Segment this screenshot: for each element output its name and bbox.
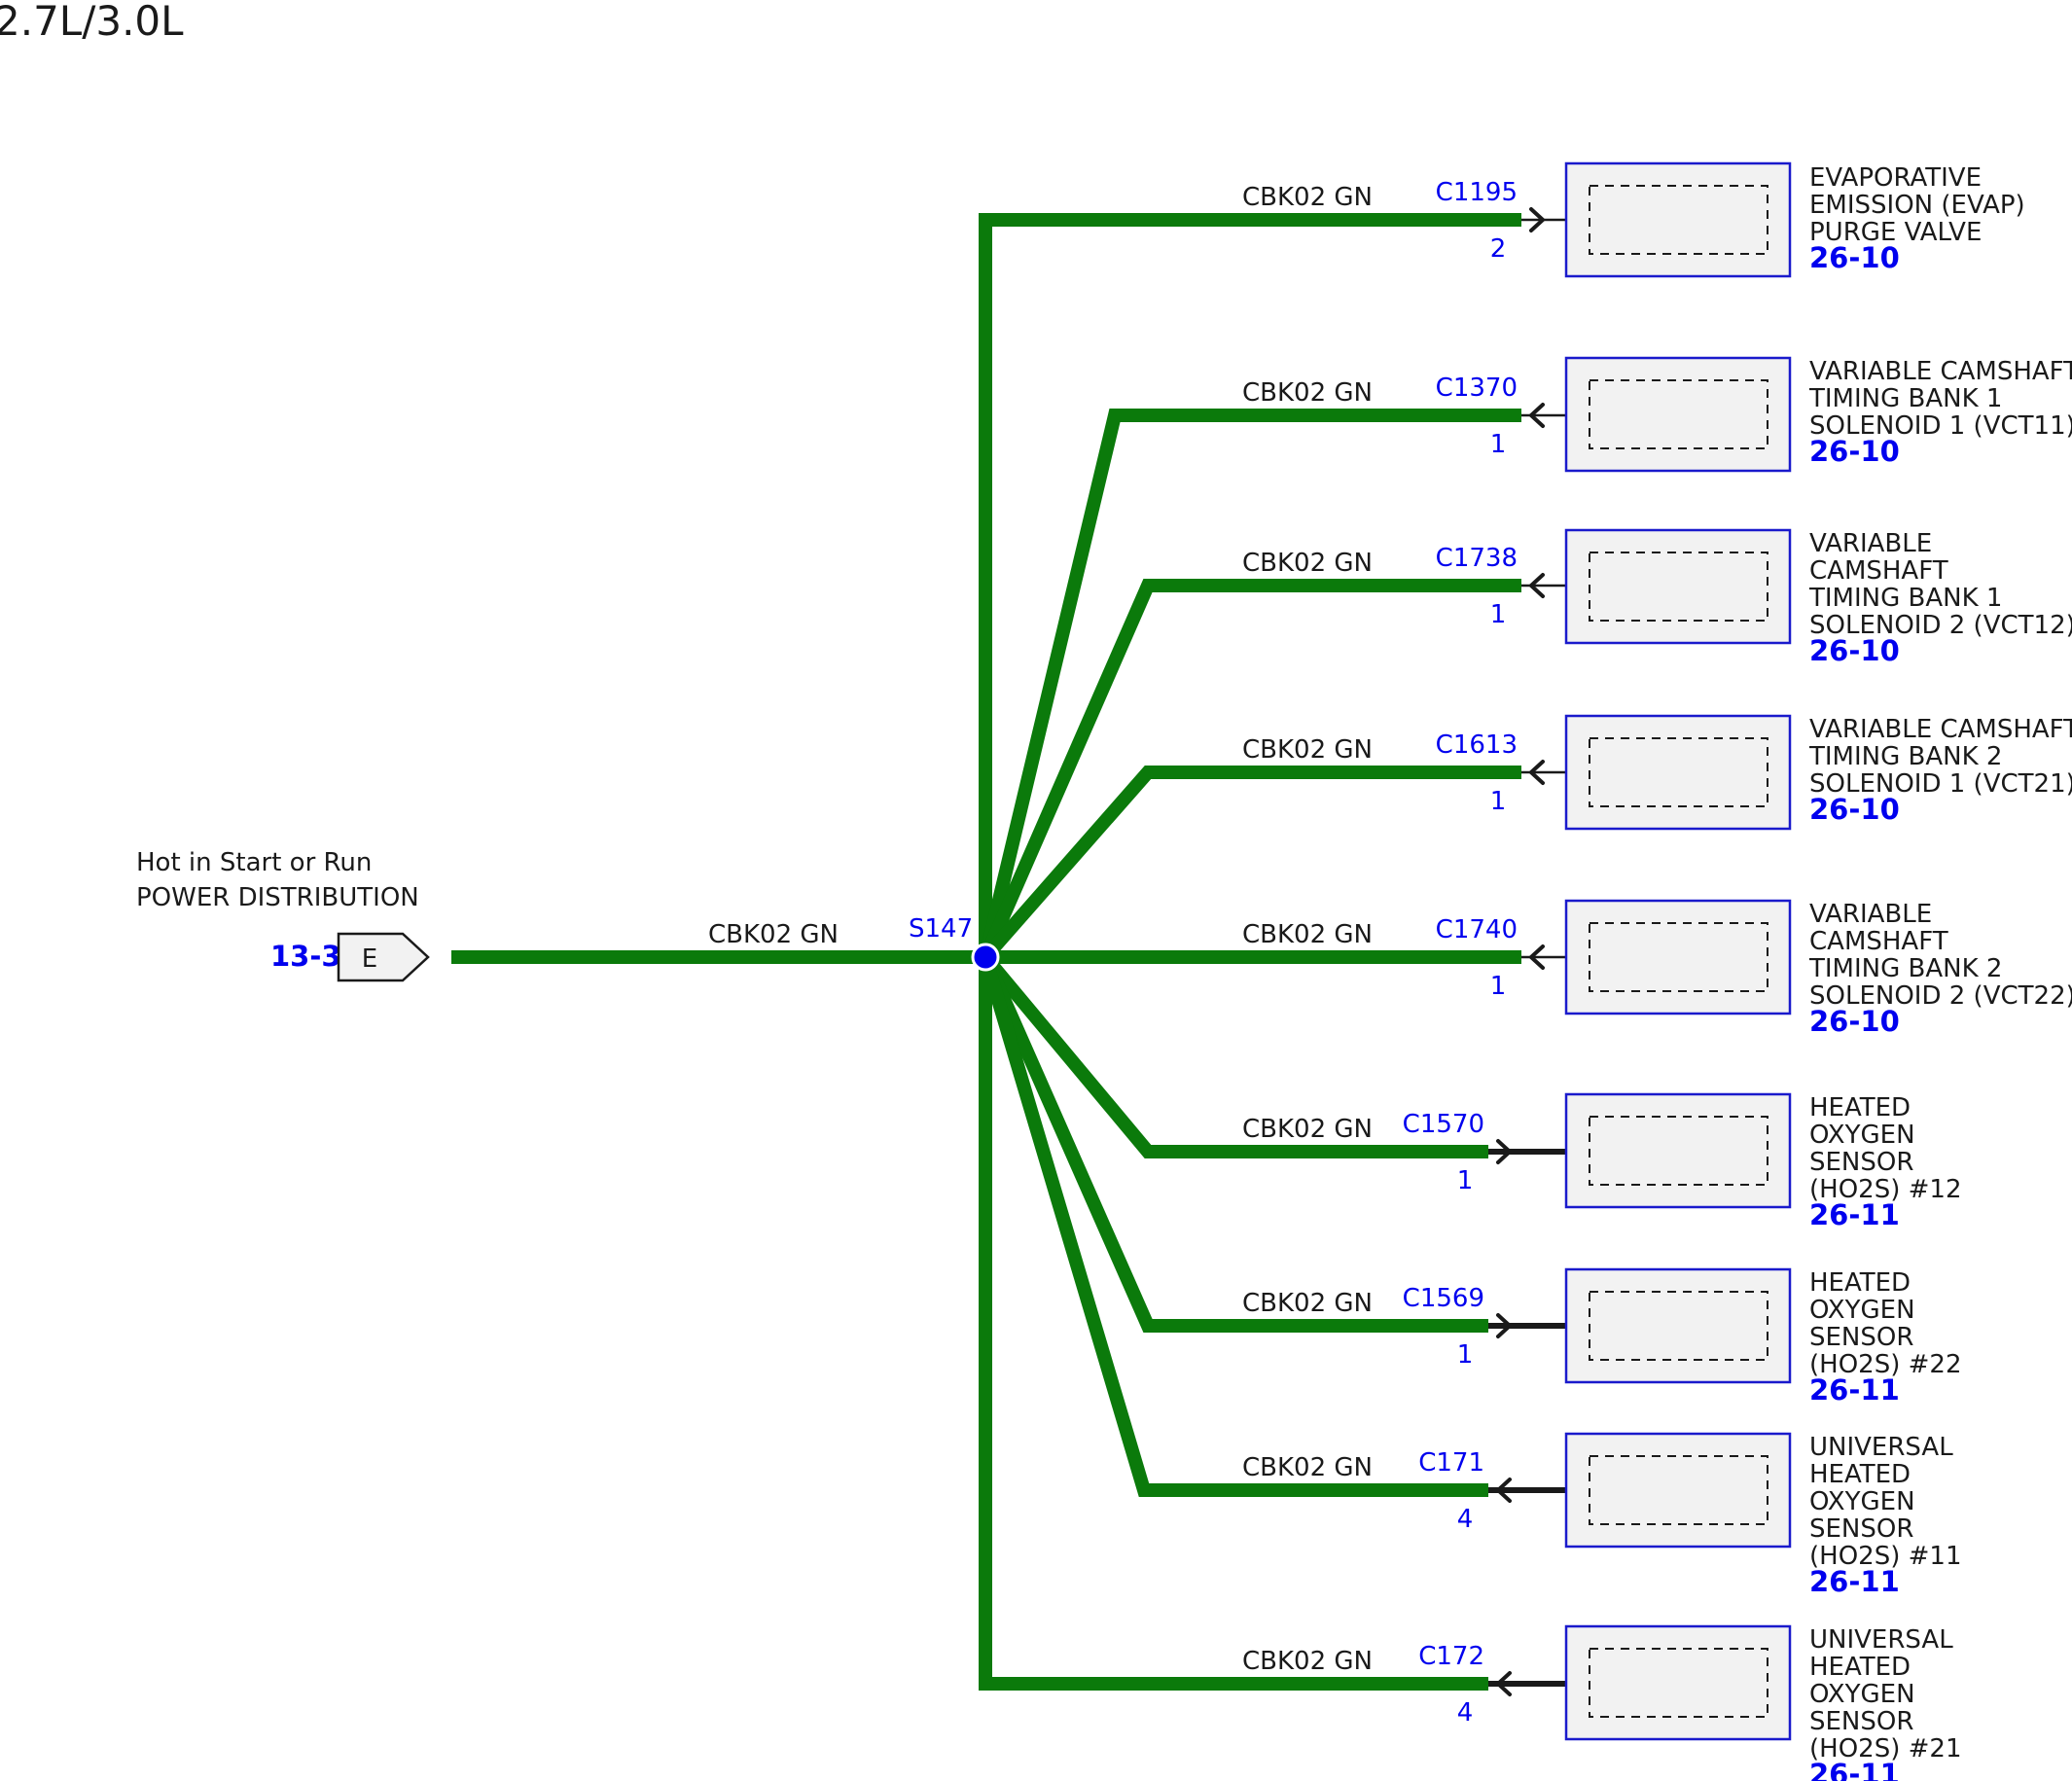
component-name-line: HEATED <box>1809 1268 1911 1298</box>
pin-number: 4 <box>1457 1698 1474 1728</box>
component-name-line: UNIVERSAL <box>1809 1625 1953 1655</box>
component-name-line: CAMSHAFT <box>1809 556 1948 586</box>
component-name-line: SENSOR <box>1809 1148 1913 1177</box>
component-name-line: OXYGEN <box>1809 1296 1915 1325</box>
component-ref-link[interactable]: 26-10 <box>1809 793 1900 826</box>
pin-number: 1 <box>1490 600 1507 629</box>
wire-label: CBK02 GN <box>1242 735 1373 765</box>
component-box[interactable] <box>1564 899 1792 1015</box>
component-name-line: EVAPORATIVE <box>1809 163 1982 193</box>
branch-wire <box>979 954 1488 1333</box>
wire-label: CBK02 GN <box>1242 378 1373 408</box>
wire-label: CBK02 GN <box>1242 183 1373 212</box>
component-box[interactable] <box>1564 528 1792 645</box>
component-name-line: SENSOR <box>1809 1514 1913 1544</box>
pin-number: 1 <box>1490 787 1507 816</box>
connector-id[interactable]: C171 <box>1418 1448 1484 1478</box>
connector-id[interactable]: C1570 <box>1403 1110 1484 1139</box>
component-ref-link[interactable]: 26-10 <box>1809 1005 1900 1038</box>
component-box[interactable] <box>1564 1092 1792 1209</box>
connector-id[interactable]: C1740 <box>1436 915 1518 944</box>
component-name-line: TIMING BANK 1 <box>1808 384 2002 413</box>
splice-label: S147 <box>909 914 973 944</box>
wire-label: CBK02 GN <box>1242 549 1373 578</box>
component-name-line: EMISSION (EVAP) <box>1809 191 2025 220</box>
component-name-line: HEATED <box>1809 1093 1911 1122</box>
component-ref-link[interactable]: 26-11 <box>1809 1373 1900 1407</box>
connector-id[interactable]: C1569 <box>1403 1284 1484 1313</box>
wire-label: CBK02 GN <box>1242 1647 1373 1676</box>
connector-id[interactable]: C1370 <box>1436 374 1518 403</box>
component-box[interactable] <box>1564 161 1792 278</box>
source-connector-letter: E <box>362 944 377 974</box>
wire-label: CBK02 GN <box>1242 1115 1373 1144</box>
branch-c1738: CBK02 GN C1738 1 VARIABLECAMSHAFTTIMING BAN… <box>1242 528 2072 667</box>
component-name-line: SENSOR <box>1809 1707 1913 1736</box>
source-ref-link[interactable]: 13-3 <box>270 940 341 973</box>
component-ref-link[interactable]: 26-10 <box>1809 634 1900 667</box>
component-box[interactable] <box>1564 714 1792 831</box>
connector-id[interactable]: C172 <box>1418 1642 1484 1671</box>
component-name-line: UNIVERSAL <box>1809 1433 1953 1462</box>
source-line-1: Hot in Start or Run <box>136 848 372 877</box>
branch-c1740: CBK02 GN C1740 1 VARIABLECAMSHAFTTIMING BAN… <box>1242 899 2072 1038</box>
source-line-2: POWER DISTRIBUTION <box>136 883 419 912</box>
component-box[interactable] <box>1564 1432 1792 1549</box>
branch-c1569: CBK02 GN C15691HEATEDOXYGENSENSOR(HO2S) #… <box>1242 1267 1961 1407</box>
pin-number: 1 <box>1490 972 1507 1001</box>
component-name-line: VARIABLE CAMSHAFT <box>1809 357 2072 386</box>
pin-number: 1 <box>1457 1340 1474 1370</box>
wire-label: CBK02 GN <box>1242 1289 1373 1318</box>
pin-number: 1 <box>1457 1166 1474 1195</box>
component-name-line: VARIABLE <box>1809 900 1932 929</box>
pin-number: 4 <box>1457 1505 1474 1534</box>
component-box[interactable] <box>1564 356 1792 473</box>
component-name-line: VARIABLE <box>1809 529 1932 558</box>
component-ref-link[interactable]: 26-10 <box>1809 241 1900 274</box>
diagram-title: 2.7L/3.0L <box>0 0 184 45</box>
component-name-line: TIMING BANK 2 <box>1808 954 2002 983</box>
component-name-line: TIMING BANK 1 <box>1808 584 2002 613</box>
component-box[interactable] <box>1564 1624 1792 1741</box>
component-box[interactable] <box>1564 1267 1792 1384</box>
connector-id[interactable]: C1195 <box>1436 178 1518 207</box>
connector-id[interactable]: C1613 <box>1436 730 1518 760</box>
component-ref-link[interactable]: 26-11 <box>1809 1565 1900 1598</box>
source-connector-shape <box>337 932 430 982</box>
component-name-line: OXYGEN <box>1809 1487 1915 1516</box>
branches: CBK02 GN C1195 2 EVAPORATIVEEMISSION (EVAP)… <box>979 161 2072 1781</box>
branch-c172: CBK02 GN C172 4 UNIVERSALHEATEDOXYGENSENSOR… <box>1242 1624 1961 1781</box>
pin-number: 2 <box>1490 234 1507 264</box>
component-name-line: HEATED <box>1809 1460 1911 1489</box>
wire-label: CBK02 GN <box>1242 1453 1373 1482</box>
component-name-line: OXYGEN <box>1809 1680 1915 1709</box>
wiring-diagram: 2.7L/3.0L Hot in Start or Run POWER DIST… <box>0 0 2072 1781</box>
splice-dot <box>971 943 1000 972</box>
branch-c171: CBK02 GN C171 4 UNIVERSALHEATEDOXYGENSENSOR… <box>1242 1432 1961 1598</box>
component-name-line: CAMSHAFT <box>1809 927 1948 956</box>
branch-c1570: CBK02 GN C15701HEATEDOXYGENSENSOR(HO2S) #… <box>1242 1092 1961 1231</box>
wire-label: CBK02 GN <box>1242 920 1373 949</box>
component-name-line: TIMING BANK 2 <box>1808 742 2002 771</box>
connector-id[interactable]: C1738 <box>1436 544 1518 573</box>
component-name-line: HEATED <box>1809 1653 1911 1682</box>
component-ref-link[interactable]: 26-11 <box>1809 1758 1900 1781</box>
source-wire-label: CBK02 GN <box>708 920 839 949</box>
component-name-line: SENSOR <box>1809 1323 1913 1352</box>
component-name-line: VARIABLE CAMSHAFT <box>1809 715 2072 744</box>
pin-number: 1 <box>1490 430 1507 459</box>
component-ref-link[interactable]: 26-10 <box>1809 435 1900 468</box>
component-ref-link[interactable]: 26-11 <box>1809 1198 1900 1231</box>
component-name-line: OXYGEN <box>1809 1121 1915 1150</box>
